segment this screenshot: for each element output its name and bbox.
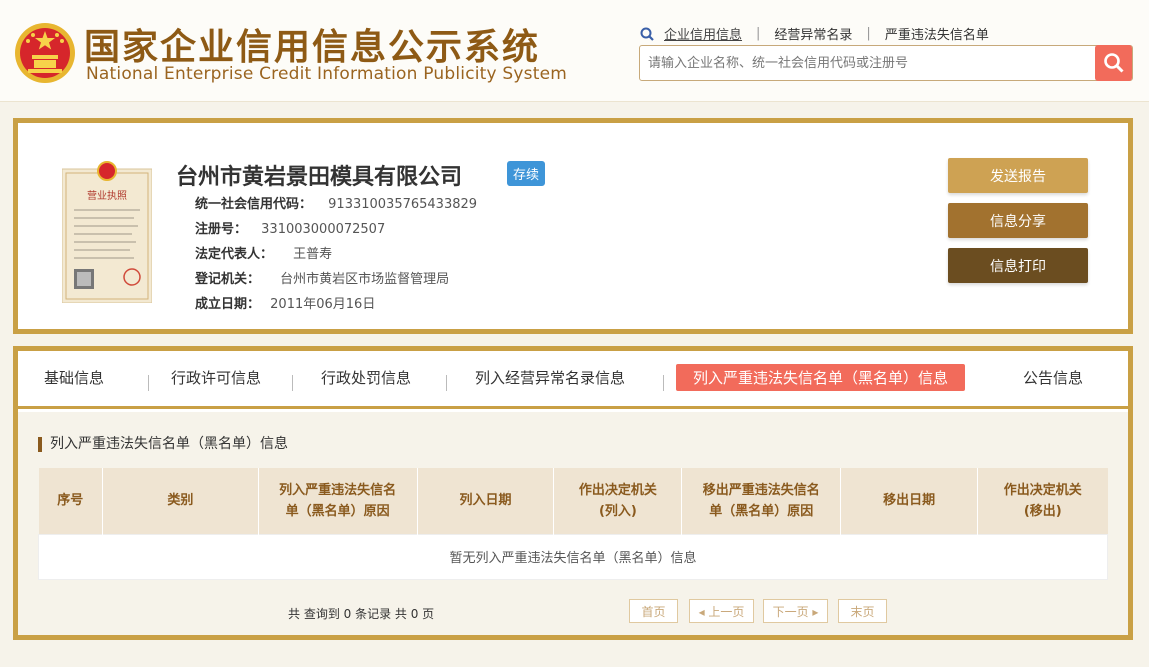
col-header-removal-authority: 作出决定机关 (移出) [977,468,1108,534]
tab-admin-penalty[interactable]: 行政处罚信息 [321,367,411,388]
tab-separator [148,375,149,391]
info-row-authority: 登记机关： 台州市黄岩区市场监督管理局 [195,268,449,287]
col-header-listing-authority: 作出决定机关 (列入) [553,468,683,534]
last-page-button[interactable]: 末页 [838,599,887,623]
col-header-category: 类别 [102,468,259,534]
info-label: 法定代表人： [195,247,274,262]
next-page-button[interactable]: 下一页 ▸ [763,599,828,623]
nav-link-blacklist[interactable]: 严重违法失信名单 [885,24,989,43]
search-button[interactable] [1095,45,1132,81]
info-row-legal-rep: 法定代表人： 王普寿 [195,243,332,262]
info-row-reg-number: 注册号： 331003000072507 [195,218,385,237]
search-icon [640,27,654,41]
info-label: 登记机关： [195,272,261,287]
col-header-listing-reason: 列入严重违法失信名 单（黑名单）原因 [258,468,418,534]
col-header-listing-date: 列入日期 [417,468,555,534]
col-header-removal-date: 移出日期 [840,468,979,534]
site-header: 国家企业信用信息公示系统 National Enterprise Credit … [0,0,1149,102]
license-title: 营业执照 [87,189,127,202]
prev-page-button[interactable]: ◂ 上一页 [689,599,754,623]
tab-announcements[interactable]: 公告信息 [1023,367,1083,388]
nav-link-credit-info[interactable]: 企业信用信息 [664,24,742,43]
national-emblem-icon [15,23,75,83]
info-row-credit-code: 统一社会信用代码： 913310035765433829 [195,193,477,212]
tab-bar: 基础信息 行政许可信息 行政处罚信息 列入经营异常名录信息 列入严重违法失信名单… [18,351,1128,409]
tab-content: 列入严重违法失信名单（黑名单）信息 序号 类别 列入严重违法失信名 单（黑名单）原… [18,412,1128,635]
info-value: 2011年06月16日 [270,297,376,312]
tab-basic-info[interactable]: 基础信息 [44,367,104,388]
info-label: 成立日期： [195,297,261,312]
first-page-button[interactable]: 首页 [629,599,678,623]
section-title: 列入严重违法失信名单（黑名单）信息 [38,437,288,452]
info-value: 王普寿 [293,247,333,262]
info-panel: 基础信息 行政许可信息 行政处罚信息 列入经营异常名录信息 列入严重违法失信名单… [13,346,1133,640]
search-icon [1103,53,1124,73]
search-box [639,45,1133,81]
print-info-button[interactable]: 信息打印 [948,248,1088,283]
blacklist-table: 序号 类别 列入严重违法失信名 单（黑名单）原因 列入日期 作出决定机关 (列入) … [38,468,1108,580]
site-title-en: National Enterprise Credit Information P… [86,64,567,84]
table-header-row: 序号 类别 列入严重违法失信名 单（黑名单）原因 列入日期 作出决定机关 (列入) … [38,468,1108,534]
info-row-founded: 成立日期： 2011年06月16日 [195,293,375,312]
search-input[interactable] [640,46,1096,80]
site-title-cn: 国家企业信用信息公示系统 [84,27,541,68]
tab-separator [292,375,293,391]
col-header-removal-reason: 移出严重违法失信名 单（黑名单）原因 [681,468,842,534]
nav-separator: | [866,26,871,41]
share-info-button[interactable]: 信息分享 [948,203,1088,238]
tab-separator [663,375,664,391]
tab-separator [446,375,447,391]
send-report-button[interactable]: 发送报告 [948,158,1088,193]
col-header-index: 序号 [38,468,103,534]
status-badge: 存续 [507,161,546,186]
top-nav: 企业信用信息 | 经营异常名录 | 严重违法失信名单 [640,24,989,43]
tab-abnormal-list[interactable]: 列入经营异常名录信息 [475,367,625,388]
info-label: 统一社会信用代码： [195,197,313,212]
table-row: 暂无列入严重违法失信名单（黑名单）信息 [38,533,1108,580]
tab-blacklist[interactable]: 列入严重违法失信名单（黑名单）信息 [676,364,966,391]
record-count: 共 查询到 0 条记录 共 0 页 [288,607,435,621]
empty-message: 暂无列入严重违法失信名单（黑名单）信息 [38,533,1108,580]
info-value: 331003000072507 [261,222,386,237]
nav-separator: | [756,26,761,41]
company-name: 台州市黄岩景田模具有限公司 [176,165,463,190]
info-label: 注册号： [195,222,248,237]
nav-link-abnormal-list[interactable]: 经营异常名录 [774,24,852,43]
business-license-icon[interactable]: 营业执照 [62,157,152,303]
info-value: 台州市黄岩区市场监督管理局 [280,272,450,287]
info-value: 913310035765433829 [328,197,478,212]
tab-admin-license[interactable]: 行政许可信息 [171,367,261,388]
company-card: 营业执照 台州市黄岩景田模具有限公司 存续 统一社会信用代码： 91331003… [13,118,1133,334]
